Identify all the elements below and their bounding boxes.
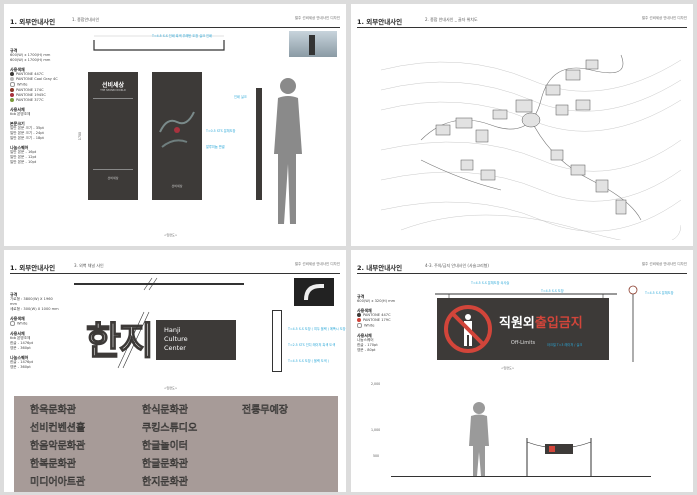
annotation: T=4.5 S.S 분체도장 쇠사슬	[471, 281, 510, 285]
annotation: 알루미늄 판넬	[206, 145, 225, 149]
sign-korean-text: 직원외출입금지	[499, 316, 583, 331]
header-right: 벌주 선비세상 안내사인 디자인	[294, 262, 340, 266]
sign-panel-map: 선비세상	[152, 72, 202, 200]
sheet-wall-channel-sign: 1. 외부안내사인 3. 외벽 채널 사인 벌주 선비세상 안내사인 디자인 규…	[4, 250, 346, 492]
section-title: 2. 내부안내사인	[357, 264, 403, 272]
scale-label: 1,000	[371, 428, 381, 432]
divider	[357, 273, 687, 274]
section-title: 1. 외부안내사인	[10, 18, 56, 26]
dim-height: 1700	[78, 131, 83, 141]
annotation: T=4.5 S.S 도장 ( 여두 블랙 ) 에폭시 도장	[288, 327, 346, 331]
scale-label: 2,000	[371, 382, 381, 386]
annotation: T=2.5 STS 인디 레이저 흑색 도색	[288, 343, 336, 347]
sheet-exterior-directory: 1. 외부안내사인 1. 종합안내사인 벌주 선비세상 안내사인 디자인 규격 …	[4, 4, 346, 246]
sheet-site-map: 1. 외부안내사인 2. 종합 안내사인 _ 골자 위치도 벌주 선비세상 안내…	[351, 4, 693, 246]
subtitle: 2. 종합 안내사인 _ 골자 위치도	[425, 17, 478, 22]
footer-label: <입면도>	[164, 386, 178, 390]
annotation: T=0.5 STS 분체도장	[206, 129, 236, 133]
scale-label: 500	[373, 454, 380, 458]
spec-block: 규격 600(W) x 320(H) mm 사용색채 PANTONE 447C …	[357, 294, 396, 352]
sign-side-view	[272, 310, 282, 372]
sign-english-text: Off-Limits	[510, 340, 536, 346]
site-plan-drawing	[381, 54, 681, 240]
names-col-1: 한옥문화관 선비컨벤션홀 한음악문화관 한복문화관 미디어아트관	[30, 405, 86, 488]
annotation: T=4.5 S.S 도장 ( 블랙 도색 )	[288, 359, 329, 363]
chain-barrier-drawing	[526, 438, 592, 476]
hanji-english-panel: Hanji Culture Center	[154, 320, 236, 360]
break-mark	[117, 311, 150, 369]
subtitle: 4-3. 주의/금지 안내사인 (사슬고리형)	[425, 263, 489, 268]
sign-panel-front: 선비세상 THE SEONBI WORLD 선비세상	[88, 72, 138, 200]
footer-label: <입면도>	[501, 366, 515, 370]
spec-block: 규격 600(W) x 1700(H) mm 600(W) x 1700(H) …	[10, 48, 58, 164]
divider	[10, 273, 340, 274]
building-names-band: 한옥문화관 선비컨벤션홀 한음악문화관 한복문화관 미디어아트관 한식문화관 쿠…	[14, 396, 338, 492]
footer-label: <입면도>	[164, 233, 178, 237]
human-scale-figure	[469, 402, 489, 476]
divider	[357, 27, 687, 28]
names-col-3: 전통무예장	[242, 405, 288, 416]
header-right: 벌주 선비세상 안내사인 디자인	[641, 262, 687, 266]
spec-block: 규격 가로형 : 3800(W) X 1960 mm 세로형 : 300(W) …	[10, 292, 59, 369]
site-photo	[289, 31, 337, 57]
post-side-view	[628, 285, 638, 362]
subtitle: 3. 외벽 채널 사인	[74, 263, 104, 268]
annotation: 아크릴 T=3 레이저 / 실크	[547, 343, 583, 347]
section-title: 1. 외부안내사인	[10, 264, 56, 272]
annotation: 인쇄 실크	[234, 95, 247, 99]
no-entry-icon	[444, 305, 492, 353]
names-col-2: 한식문화관 쿠킹스튜디오 한글놀이터 한글문화관 한지문화관	[142, 405, 198, 488]
header-right: 벌주 선비세상 안내사인 디자인	[641, 16, 687, 20]
annotation: T=4.5 S.S 도장	[541, 289, 564, 293]
header-right: 벌주 선비세상 안내사인 디자인	[294, 16, 340, 20]
subtitle: 1. 종합안내사인	[72, 17, 100, 22]
sheet-off-limits-sign: 2. 내부안내사인 4-3. 주의/금지 안내사인 (사슬고리형) 벌주 선비세…	[351, 250, 693, 492]
divider	[10, 27, 340, 28]
annotation: T=4.5 S.S 인쇄 흑색 우레탄 도장 실크 인쇄	[152, 34, 212, 38]
section-title: 1. 외부안내사인	[357, 18, 403, 26]
chain-hanger	[435, 293, 617, 300]
off-limits-sign-panel: 직원외출입금지 Off-Limits	[437, 298, 609, 360]
break-mark	[143, 277, 158, 291]
letter-3d-preview	[294, 278, 334, 306]
human-scale-figure	[274, 78, 302, 224]
annotation: T=4.5 S.S 분체도장	[645, 291, 674, 295]
